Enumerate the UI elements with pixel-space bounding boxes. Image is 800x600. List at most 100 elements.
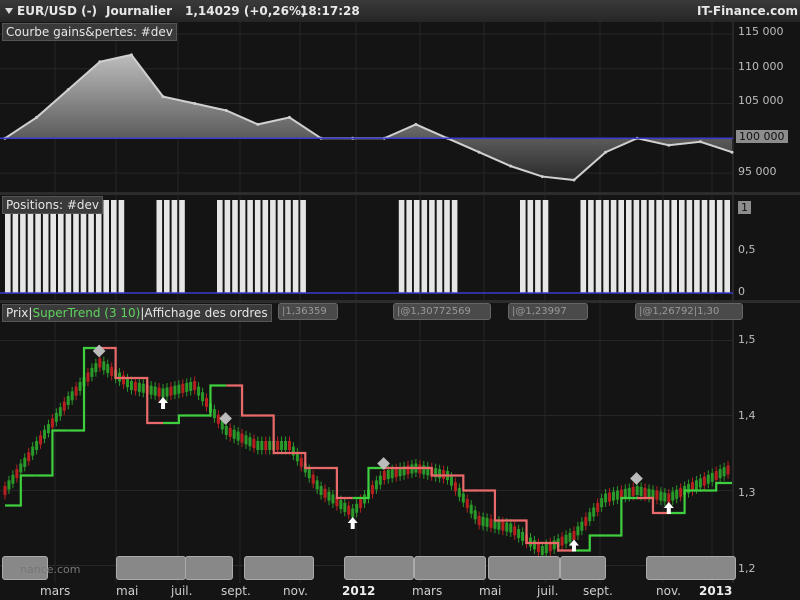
position-bar: [451, 200, 458, 293]
price-panel[interactable]: Prix|SuperTrend (3 10)|Affichage des ord…: [0, 303, 800, 583]
candle-body: [722, 467, 726, 477]
position-bar: [671, 200, 677, 293]
candle-body: [7, 480, 11, 490]
positions-ytick: 0: [738, 285, 745, 298]
candle-body: [596, 502, 600, 512]
candle-body: [311, 474, 315, 484]
candle-body: [205, 397, 209, 407]
positions-panel[interactable]: Positions: #dev 1 0,5 0: [0, 195, 800, 300]
symbol-label[interactable]: EUR/USD (-): [17, 4, 97, 18]
candle-body: [718, 469, 722, 479]
candle-body: [62, 401, 66, 411]
bottom-tab[interactable]: [414, 556, 486, 580]
candle-body: [86, 372, 90, 382]
position-bar: [641, 200, 647, 293]
candle-body: [35, 441, 39, 450]
order-tag[interactable]: |@1,23997: [508, 303, 588, 320]
candle-body: [11, 474, 15, 484]
equity-panel[interactable]: Courbe gains&pertes: #dev 115 000 110 00…: [0, 22, 800, 192]
equity-point: [540, 175, 544, 179]
candle-body: [359, 499, 363, 509]
order-tag[interactable]: |@1,30772569: [393, 303, 491, 320]
candle-body: [291, 446, 295, 456]
candle-body: [580, 521, 584, 531]
position-bar: [633, 200, 640, 293]
candle-body: [370, 485, 374, 495]
order-tag[interactable]: |1,36359: [278, 303, 338, 320]
candle-body: [604, 493, 608, 503]
candle-body: [50, 418, 54, 428]
candle-body: [240, 433, 244, 443]
candle-body: [141, 383, 145, 393]
brand-label: IT-Finance.com: [697, 4, 799, 18]
position-bar: [103, 200, 109, 293]
x-tick: juil.: [537, 584, 559, 598]
bottom-tab[interactable]: [488, 556, 560, 580]
candle-body: [608, 492, 612, 502]
candle-body: [588, 512, 592, 522]
candle-body: [647, 488, 651, 498]
candle-body: [481, 516, 485, 526]
position-bar: [413, 200, 420, 293]
candle-body: [572, 531, 576, 540]
position-bar: [709, 200, 715, 293]
equity-ytick-highlight: 100 000: [736, 130, 788, 143]
supertrend-title[interactable]: SuperTrend (3 10): [32, 306, 140, 320]
equity-area: [5, 54, 732, 180]
candle-body: [43, 429, 47, 439]
position-bar: [520, 200, 526, 293]
bottom-tab[interactable]: [646, 556, 736, 580]
candle-body: [19, 463, 23, 473]
x-tick-year: 2012: [342, 584, 376, 598]
candle-body: [631, 486, 635, 496]
candle-body: [497, 520, 501, 530]
bottom-tab[interactable]: [185, 556, 233, 580]
candle-body: [15, 469, 19, 479]
orders-title[interactable]: Affichage des ordres: [144, 306, 267, 320]
supertrend-segment: [605, 496, 638, 537]
order-tag[interactable]: |@1,26792|1,30: [635, 303, 743, 320]
candle-body: [228, 427, 232, 437]
watermark: nance.com: [20, 563, 81, 576]
candle-body: [280, 441, 284, 450]
bottom-tab[interactable]: [344, 556, 414, 580]
candle-body: [505, 522, 509, 532]
positions-panel-title: Positions: #dev: [2, 196, 103, 214]
bottom-tab[interactable]: [560, 556, 606, 580]
candle-body: [46, 424, 50, 434]
equity-point: [256, 122, 260, 126]
position-bar: [179, 200, 185, 293]
position-bar: [663, 200, 670, 293]
candle-body: [453, 482, 457, 492]
position-bar: [224, 200, 231, 293]
position-bar: [686, 200, 693, 293]
candle-body: [576, 526, 580, 536]
candle-body: [189, 381, 193, 391]
symbol-dropdown-icon[interactable]: [5, 8, 13, 14]
candle-body: [663, 492, 667, 502]
bottom-tab[interactable]: [116, 556, 186, 580]
price-ytick: 1,3: [738, 486, 756, 499]
sell-diamond-icon: [92, 344, 106, 358]
candle-body: [331, 494, 335, 504]
candle-body: [457, 487, 461, 497]
header-bar: EUR/USD (-) Journalier 1,14029 (+0,26%) …: [0, 0, 800, 23]
candle-body: [276, 441, 280, 450]
bottom-tab[interactable]: [244, 556, 314, 580]
candle-body: [552, 540, 556, 550]
candle-body: [536, 543, 540, 553]
candle-body: [54, 412, 58, 422]
position-bar: [679, 200, 685, 293]
price-ytick: 1,5: [738, 333, 756, 346]
equity-point: [193, 102, 197, 106]
candle-body: [177, 384, 181, 394]
candle-body: [3, 486, 7, 495]
equity-ytick: 110 000: [738, 60, 784, 73]
period-label[interactable]: Journalier: [106, 4, 172, 18]
x-tick: nov.: [656, 584, 681, 598]
position-bar: [217, 200, 223, 293]
price-ytick: 1,2: [738, 562, 756, 575]
candle-body: [438, 469, 442, 479]
candle-body: [94, 363, 98, 373]
candle-body: [611, 491, 615, 501]
